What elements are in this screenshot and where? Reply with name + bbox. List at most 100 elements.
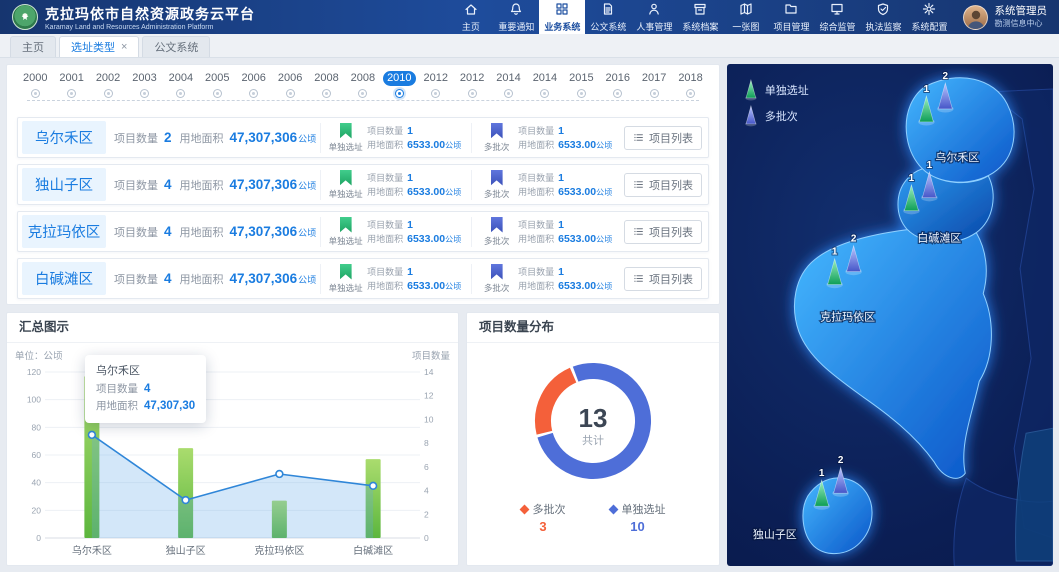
donut-total: 13 [579, 403, 608, 433]
tab-3[interactable]: 公文系统 [142, 36, 210, 57]
timeline-year-2001-1[interactable]: 2001 [55, 71, 87, 97]
timeline-year-2003-3[interactable]: 2003 [128, 71, 160, 97]
multi-batch-marker[interactable] [745, 106, 756, 126]
user-info[interactable]: 系统管理员 勘测信息中心 [953, 0, 1059, 34]
logo-emblem-icon: ★ [12, 4, 38, 30]
nav-item-1[interactable]: 主页 [448, 0, 493, 34]
map-svg[interactable]: 单独选址多批次 12乌尔禾区11白碱滩区12克拉玛依区12独山子区 [727, 64, 1053, 566]
tab-1[interactable]: 主页 [10, 36, 56, 57]
year-label: 2001 [55, 71, 87, 86]
green-flag-icon [340, 264, 352, 280]
timeline-year-2006-6[interactable]: 2006 [237, 71, 269, 97]
map-icon [739, 2, 753, 18]
donut-segment-多批次[interactable] [543, 375, 573, 433]
map-legend: 单独选址多批次 [745, 80, 809, 126]
nav-item-9[interactable]: 综合监管 [814, 0, 860, 34]
flag-label: 单独选址 [329, 235, 363, 247]
close-tab-icon[interactable]: × [121, 42, 127, 53]
nav-item-11[interactable]: 系统配置 [906, 0, 952, 34]
sub-area-value: 6533.00公顷 [558, 280, 612, 292]
svg-text:0: 0 [36, 533, 41, 543]
donut-legend-item[interactable]: 单独选址10 [610, 501, 666, 534]
flag-label: 多批次 [484, 188, 510, 200]
line-point-乌尔禾区[interactable] [88, 431, 95, 438]
map-panel[interactable]: 单独选址多批次 12乌尔禾区11白碱滩区12克拉玛依区12独山子区 [727, 64, 1053, 566]
sub-area-value: 6533.00公顷 [407, 233, 461, 245]
summary-chart-svg[interactable]: 02040608010012002468101214乌尔禾区独山子区克拉玛依区白… [9, 364, 456, 560]
project-list-button[interactable]: 项目列表 [624, 126, 702, 150]
timeline-year-2004-4[interactable]: 2004 [165, 71, 197, 97]
sub-stats: 项目数量1用地面积6533.00公顷 [367, 124, 467, 151]
map-region-3[interactable] [794, 230, 991, 479]
timeline-year-2000-0[interactable]: 2000 [19, 71, 51, 97]
legend-label: 单独选址 [622, 501, 666, 517]
map-region-1[interactable] [906, 78, 1014, 182]
timeline-year-2016-16[interactable]: 2016 [602, 71, 634, 97]
svg-text:8: 8 [424, 438, 429, 448]
nav-item-10[interactable]: 执法监察 [860, 0, 906, 34]
year-label: 2000 [19, 71, 51, 86]
project-count-value: 4 [164, 224, 172, 239]
year-label: 2004 [165, 71, 197, 86]
sub-area-label: 用地面积 [367, 185, 403, 198]
timeline-year-2012-12[interactable]: 2012 [456, 71, 488, 97]
green-flag-icon [340, 123, 352, 139]
donut-chart-svg[interactable]: 13 共计 [518, 349, 668, 499]
axis-labels: 单位：公顷 项目数量 [7, 343, 458, 362]
nav-item-2[interactable]: 重要通知 [493, 0, 539, 34]
line-point-独山子区[interactable] [182, 497, 189, 504]
sub-stats: 项目数量1用地面积6533.00公顷 [367, 218, 467, 245]
project-list-button[interactable]: 项目列表 [624, 267, 702, 291]
timeline-year-2015-15[interactable]: 2015 [565, 71, 597, 97]
app-title: 克拉玛依市自然资源政务云平台 [45, 4, 255, 24]
folder-icon [784, 2, 798, 18]
timeline-year-2008-8[interactable]: 2008 [310, 71, 342, 97]
nav-item-label: 综合监管 [819, 20, 855, 33]
timeline-year-2002-2[interactable]: 2002 [92, 71, 124, 97]
sub-area-label: 用地面积 [367, 138, 403, 151]
project-list-button[interactable]: 项目列表 [624, 220, 702, 244]
timeline-year-2006-7[interactable]: 2006 [274, 71, 306, 97]
line-point-白碱滩区[interactable] [370, 482, 377, 489]
timeline-year-2014-13[interactable]: 2014 [492, 71, 524, 97]
tooltip-rows: 项目数量4用地面积47,307,30 [96, 381, 195, 416]
nav-item-6[interactable]: 系统档案 [677, 0, 723, 34]
legend-diamond-icon [519, 504, 529, 514]
chart-tooltip: 乌尔禾区 项目数量4用地面积47,307,30 [85, 355, 206, 423]
sub-project-count-value: 1 [407, 125, 413, 137]
tab-2[interactable]: 选址类型× [59, 36, 139, 57]
timeline-year-2005-5[interactable]: 2005 [201, 71, 233, 97]
marker-count: 1 [909, 173, 915, 184]
svg-text:4: 4 [424, 486, 429, 496]
svg-text:80: 80 [32, 422, 42, 432]
nav-item-4[interactable]: 公文系统 [585, 0, 631, 34]
timeline-year-2014-14[interactable]: 2014 [529, 71, 561, 97]
project-list-button-label: 项目列表 [649, 271, 693, 287]
single-site-marker[interactable] [745, 80, 756, 100]
line-point-克拉玛依区[interactable] [276, 471, 283, 478]
multi-batch-marker[interactable]: 2 [832, 455, 849, 497]
sub-area-label: 用地面积 [518, 185, 554, 198]
project-list-button[interactable]: 项目列表 [624, 173, 702, 197]
svg-text:6: 6 [424, 462, 429, 472]
timeline-year-2018-18[interactable]: 2018 [674, 71, 706, 97]
nav-item-8[interactable]: 项目管理 [768, 0, 814, 34]
nav-item-label: 系统配置 [911, 20, 947, 33]
legend-value: 3 [539, 519, 546, 534]
nav-item-5[interactable]: 人事管理 [631, 0, 677, 34]
nav-item-3[interactable]: 业务系统 [539, 0, 585, 34]
blue-flag-icon [491, 170, 503, 186]
timeline-year-2017-17[interactable]: 2017 [638, 71, 670, 97]
donut-legend-item[interactable]: 多批次3 [521, 501, 566, 534]
timeline-year-2008-9[interactable]: 2008 [347, 71, 379, 97]
tooltip-value: 47,307,30 [144, 398, 195, 415]
project-count-value: 4 [164, 271, 172, 286]
nav-item-7[interactable]: 一张图 [723, 0, 768, 34]
sub-area-value: 6533.00公顷 [407, 280, 461, 292]
timeline-year-2010-10[interactable]: 2010 [383, 71, 415, 97]
sub-project-count-label: 项目数量 [367, 218, 403, 231]
timeline-year-2012-11[interactable]: 2012 [419, 71, 451, 97]
sub-area-label: 用地面积 [367, 279, 403, 292]
year-label: 2017 [638, 71, 670, 86]
sub-project-count-label: 项目数量 [518, 124, 554, 137]
